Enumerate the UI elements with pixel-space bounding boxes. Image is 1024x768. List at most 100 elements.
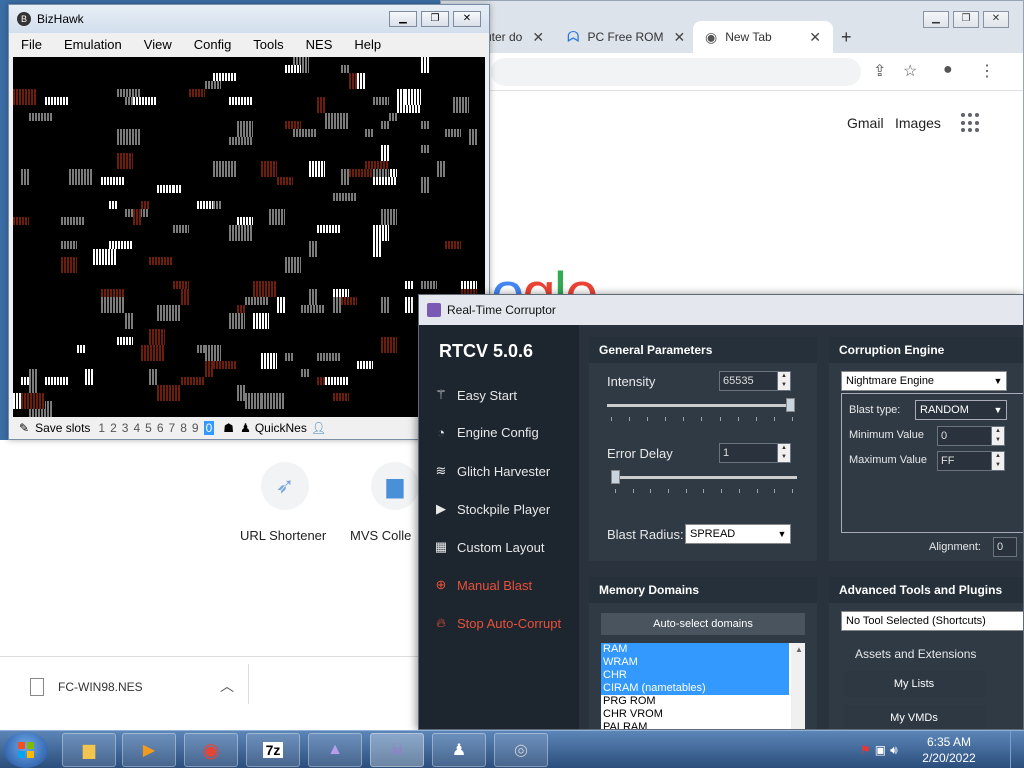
intensity-slider[interactable] <box>607 404 795 407</box>
close-button[interactable]: ✕ <box>983 11 1009 28</box>
profile-icon[interactable]: ● <box>943 61 953 79</box>
alignment-input[interactable]: 0 <box>993 537 1017 557</box>
auto-select-domains-button[interactable]: Auto-select domains <box>601 613 805 635</box>
tool-select[interactable]: No Tool Selected (Shortcuts) <box>841 611 1023 631</box>
save-slot-7[interactable]: 7 <box>169 421 176 435</box>
menu-file[interactable]: File <box>21 37 42 52</box>
rtc-taskbar-button[interactable]: ☠ <box>370 733 424 767</box>
menu-help[interactable]: Help <box>354 37 381 52</box>
download-item[interactable]: FC-WIN98.NES <box>30 678 143 696</box>
my-vmds-button[interactable]: My VMDs <box>843 705 985 729</box>
start-button[interactable] <box>4 732 48 768</box>
app-taskbar-button[interactable]: ▲ <box>308 733 362 767</box>
domain-item[interactable]: WRAM <box>601 656 789 669</box>
save-slot-5[interactable]: 5 <box>145 421 152 435</box>
7zip-taskbar-button[interactable]: 7z <box>246 733 300 767</box>
intensity-slider-thumb[interactable] <box>786 398 795 412</box>
save-slot-4[interactable]: 4 <box>133 421 140 435</box>
menu-tools[interactable]: Tools <box>253 37 283 52</box>
glitch-tile <box>261 353 277 369</box>
tab-computer[interactable]: uter do ✕ <box>485 21 544 53</box>
spinner[interactable]: ▲ ▼ <box>777 443 791 463</box>
menu-icon[interactable]: ⋮ <box>979 61 995 81</box>
domain-item[interactable]: CIRAM (nametables) <box>601 682 789 695</box>
apps-icon[interactable] <box>961 113 981 133</box>
intensity-input[interactable]: 65535 ▲ ▼ <box>719 371 791 391</box>
domain-item[interactable]: PALRAM <box>601 721 805 729</box>
minimum-value-input[interactable]: 0 ▲ ▼ <box>937 426 1005 446</box>
tux-taskbar-button[interactable]: ♟ <box>432 733 486 767</box>
share-icon[interactable]: ⇪ <box>873 61 886 81</box>
nav-manual-blast[interactable]: ⊕ Manual Blast <box>433 577 533 593</box>
nav-engine-config[interactable]: ◔ Engine Config <box>433 425 539 440</box>
shortcut-url-shortener[interactable]: ➶ URL Shortener <box>240 462 330 543</box>
clock[interactable]: 6:35 AM 2/20/2022 <box>918 734 980 766</box>
memory-domain-list[interactable]: RAM WRAM CHR CIRAM (nametables) PRG ROM … <box>601 643 805 729</box>
menu-view[interactable]: View <box>144 37 172 52</box>
speaker-taskbar-button[interactable]: ◎ <box>494 733 548 767</box>
network-icon[interactable]: ▣ <box>875 743 886 757</box>
volume-icon[interactable]: 🔊︎ <box>890 743 898 758</box>
maximize-button[interactable]: ❐ <box>953 11 979 28</box>
save-slot-6[interactable]: 6 <box>157 421 164 435</box>
spinner[interactable]: ▲ ▼ <box>777 371 791 391</box>
star-icon[interactable]: ☆ <box>903 61 917 81</box>
new-tab-button[interactable]: + <box>841 21 852 53</box>
nav-stockpile-player[interactable]: ▶ Stockpile Player <box>433 501 550 517</box>
spinner[interactable]: ▲ ▼ <box>991 451 1005 471</box>
glitch-tile <box>149 257 173 265</box>
menu-config[interactable]: Config <box>194 37 232 52</box>
gmail-link[interactable]: Gmail <box>847 115 884 131</box>
domain-item[interactable]: CHR VROM <box>601 708 805 721</box>
save-slot-2[interactable]: 2 <box>110 421 117 435</box>
blast-type-select[interactable]: RANDOM ▼ <box>915 400 1007 420</box>
menu-nes[interactable]: NES <box>306 37 333 52</box>
nav-stop-auto-corrupt[interactable]: 🔥︎ Stop Auto-Corrupt <box>433 615 561 631</box>
save-slot-3[interactable]: 3 <box>122 421 129 435</box>
maximize-button[interactable]: ❐ <box>421 11 449 27</box>
tab-new-tab[interactable]: ◉ New Tab ✕ <box>693 21 833 53</box>
save-slot-1[interactable]: 1 <box>98 421 105 435</box>
close-button[interactable]: ✕ <box>453 11 481 27</box>
nav-label: Easy Start <box>457 387 517 403</box>
tab-pc-free-rom[interactable]: ᗣ PC Free ROM ✕ <box>567 21 685 53</box>
maximum-value-label: Maximum Value <box>849 454 928 466</box>
flag-icon[interactable]: ⚑ <box>860 743 871 757</box>
domain-item[interactable]: PRG ROM <box>601 695 805 708</box>
domain-item[interactable]: CHR <box>601 669 789 682</box>
assets-label: Assets and Extensions <box>855 647 977 661</box>
address-bar[interactable] <box>491 58 861 86</box>
minimize-button[interactable]: ▁ <box>389 11 417 27</box>
list-scrollbar[interactable]: ▲ <box>791 643 805 729</box>
glitch-tile <box>21 377 29 385</box>
chevron-up-icon[interactable]: ︿ <box>220 676 234 696</box>
save-slot-0[interactable]: 0 <box>203 421 215 435</box>
chrome-taskbar-button[interactable]: ◉ <box>184 733 238 767</box>
error-delay-slider-thumb[interactable] <box>611 470 620 484</box>
my-lists-button[interactable]: My Lists <box>843 671 985 697</box>
nav-custom-layout[interactable]: ▦ Custom Layout <box>433 539 545 555</box>
emulator-screen[interactable] <box>13 57 485 417</box>
close-icon[interactable]: ✕ <box>673 29 685 46</box>
close-icon[interactable]: ✕ <box>809 29 821 46</box>
save-slot-8[interactable]: 8 <box>180 421 187 435</box>
nav-glitch-harvester[interactable]: ≋ Glitch Harvester <box>433 463 551 479</box>
glitch-tile <box>261 161 277 177</box>
images-link[interactable]: Images <box>895 115 941 131</box>
minimum-value-label: Minimum Value <box>849 429 924 441</box>
minimize-button[interactable]: ▁ <box>923 11 949 28</box>
save-slot-9[interactable]: 9 <box>192 421 199 435</box>
error-delay-input[interactable]: 1 ▲ ▼ <box>719 443 791 463</box>
maximum-value-input[interactable]: FF ▲ ▼ <box>937 451 1005 471</box>
spinner[interactable]: ▲ ▼ <box>991 426 1005 446</box>
menu-emulation[interactable]: Emulation <box>64 37 122 52</box>
error-delay-slider[interactable] <box>611 476 797 479</box>
close-icon[interactable]: ✕ <box>532 29 544 46</box>
show-desktop-button[interactable] <box>1010 731 1024 768</box>
explorer-taskbar-button[interactable]: ▆ <box>62 733 116 767</box>
media-taskbar-button[interactable]: ▶ <box>122 733 176 767</box>
engine-select[interactable]: Nightmare Engine ▼ <box>841 371 1007 391</box>
blast-radius-select[interactable]: SPREAD ▼ <box>685 524 791 544</box>
nav-easy-start[interactable]: ⚚ Easy Start <box>433 387 517 403</box>
domain-item[interactable]: RAM <box>601 643 789 656</box>
